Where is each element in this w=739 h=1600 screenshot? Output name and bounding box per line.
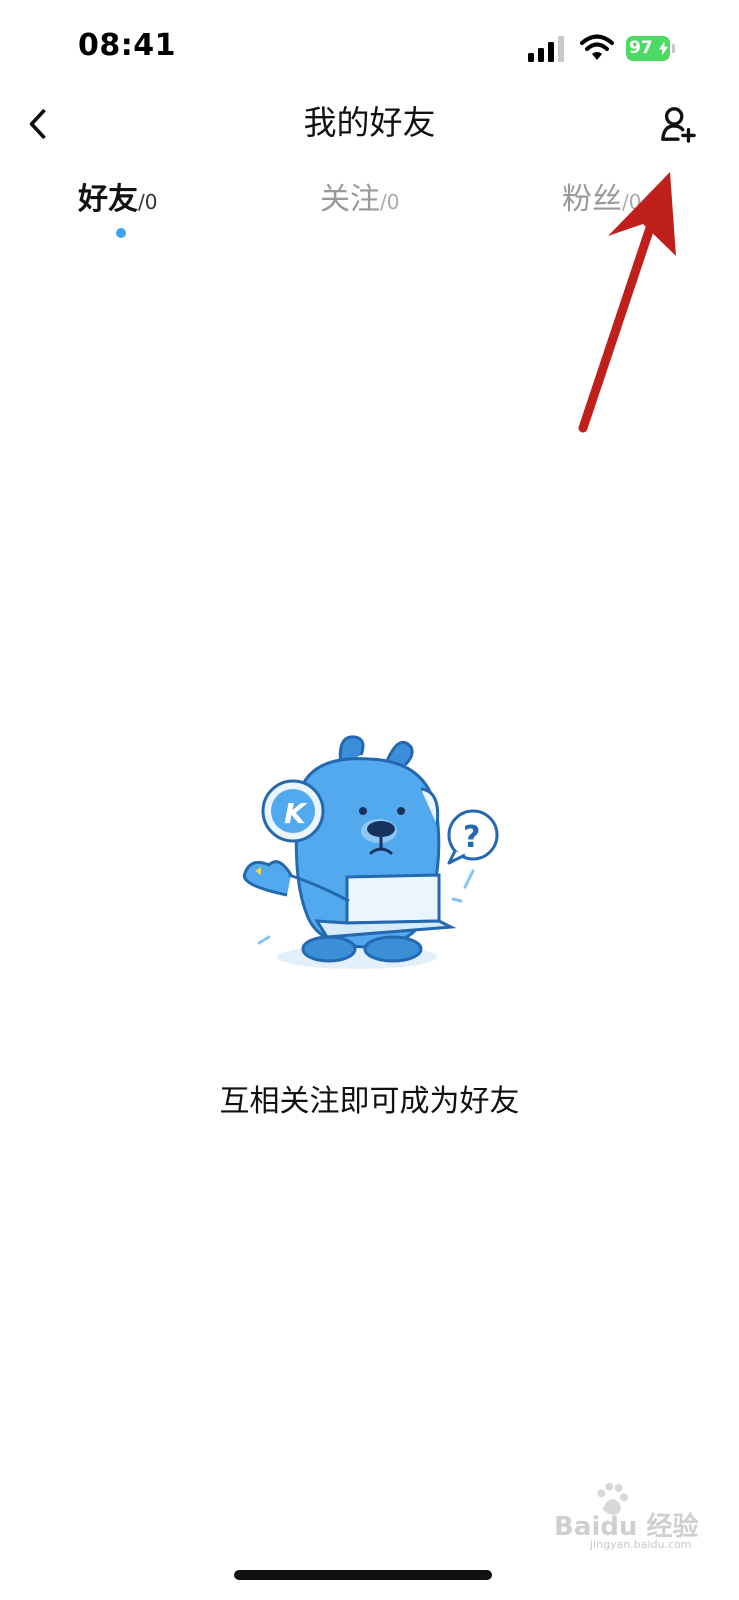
- svg-text:?: ?: [463, 820, 480, 855]
- add-friend-button[interactable]: [656, 102, 700, 146]
- tab-count: /0: [138, 190, 158, 214]
- tab-following[interactable]: 关注/0: [320, 170, 399, 242]
- status-time: 08:41: [78, 28, 176, 63]
- watermark-url: jingyan.baidu.com: [590, 1538, 692, 1551]
- cellular-signal-icon: [528, 36, 564, 62]
- charging-bolt-icon: [659, 41, 668, 56]
- home-indicator[interactable]: [234, 1570, 492, 1580]
- nav-bar: 我的好友: [0, 90, 739, 160]
- battery-indicator: 97: [626, 36, 675, 61]
- tab-friends[interactable]: 好友/0: [78, 170, 157, 242]
- tab-label: 关注: [320, 182, 380, 217]
- page-title: 我的好友: [303, 103, 436, 142]
- battery-cap: [672, 44, 675, 53]
- tab-label: 好友: [78, 182, 138, 217]
- empty-state-illustration: K ?: [242, 735, 499, 969]
- add-user-icon: [661, 107, 696, 143]
- wifi-icon: [580, 34, 614, 60]
- watermark: Baidu 经验 jingyan.baidu.com: [550, 1480, 720, 1551]
- annotation-arrow: [578, 172, 676, 433]
- status-bar: 08:41 97: [0, 0, 739, 90]
- empty-state-message: 互相关注即可成为好友: [219, 1084, 520, 1119]
- tab-count: /0: [380, 190, 400, 214]
- active-tab-indicator: [116, 228, 126, 238]
- illustration-letter: K: [284, 797, 308, 830]
